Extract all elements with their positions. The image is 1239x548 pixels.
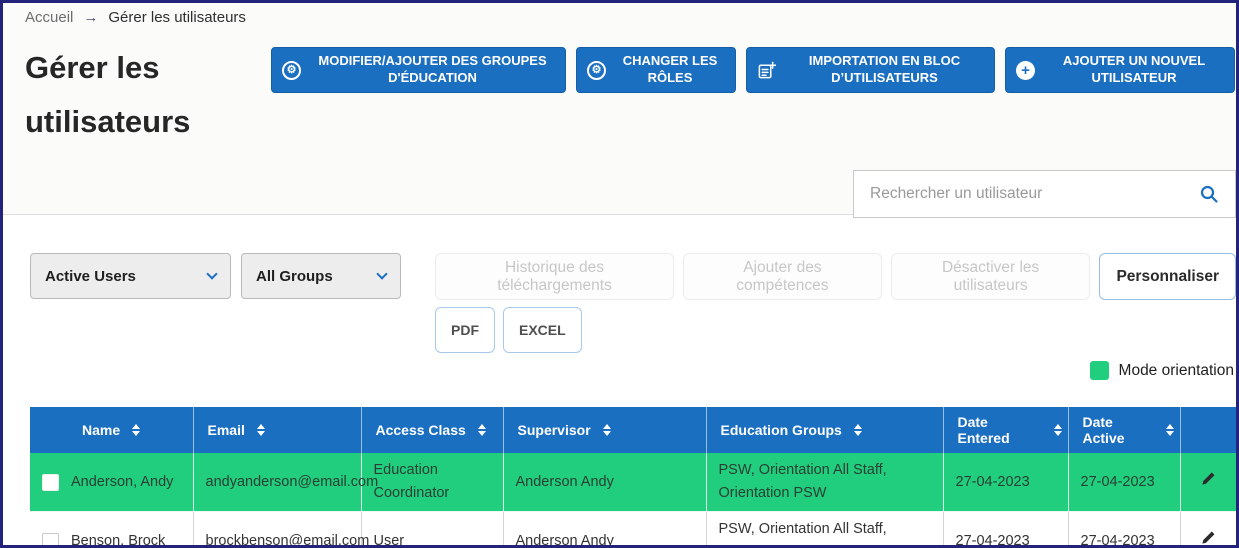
user-date-entered: 27-04-2023 [943,453,1069,513]
breadcrumb-arrow-icon: → [83,9,99,26]
edit-add-education-groups-button[interactable]: ⚙ MODIFIER/AJOUTER DES GROUPES D'ÉDUCATI… [271,47,566,93]
column-header-supervisor[interactable]: Supervisor [503,407,707,453]
user-date-entered: 27-04-2023 [943,511,1069,545]
row-checkbox[interactable] [42,473,59,491]
user-education-groups: PSW, Orientation All Staff, Orientation … [706,453,944,513]
column-header-email[interactable]: Email [193,407,362,453]
sort-icon[interactable] [853,424,862,436]
bulk-import-users-button[interactable]: IMPORTATION EN BLOC D’UTILISATEURS [746,47,995,93]
add-competencies-button: Ajouter des compétences [682,253,882,300]
groups-filter-dropdown[interactable]: All Groups [241,253,401,299]
column-header-actions [1180,407,1236,453]
breadcrumb-home-link[interactable]: Accueil [25,9,73,26]
export-buttons-row: PDF EXCEL [435,307,582,353]
sort-icon[interactable] [1053,424,1062,436]
page-header: Accueil → Gérer les utilisateurs Gérer l… [3,3,1236,218]
column-header-date-active[interactable]: Date Active [1068,407,1181,453]
column-header-name[interactable]: Name [30,407,194,453]
search-input[interactable] [870,185,1189,203]
pdf-export-button[interactable]: PDF [435,307,495,353]
column-header-education-groups[interactable]: Education Groups [706,407,944,453]
user-date-active: 27-04-2023 [1068,453,1181,513]
user-supervisor: Anderson Andy [503,453,707,513]
plus-circle-icon: + [1016,60,1035,80]
customize-button[interactable]: Personnaliser [1099,253,1236,300]
sort-icon[interactable] [132,424,141,436]
row-checkbox[interactable] [42,533,59,545]
action-buttons-row: ⚙ MODIFIER/AJOUTER DES GROUPES D'ÉDUCATI… [271,47,1235,93]
edit-user-button[interactable] [1180,453,1236,513]
legend-label: Mode orientation [1118,361,1234,379]
gear-circle-icon: ⚙ [282,60,301,80]
sort-icon[interactable] [1165,424,1174,436]
user-education-groups: PSW, Orientation All Staff, Orientation … [706,511,944,545]
search-icon[interactable] [1199,184,1219,204]
page-title: Gérer les utilisateurs [25,50,191,139]
chevron-down-icon [206,268,218,280]
table-row[interactable]: Anderson, Andy andyanderson@email.com Ed… [30,453,1236,513]
user-date-active: 27-04-2023 [1068,511,1181,545]
user-access-class: User [361,511,504,545]
search-box [853,170,1236,218]
user-email: andyanderson@email.com [193,453,378,513]
add-new-user-button[interactable]: + AJOUTER UN NOUVEL UTILISATEUR [1005,47,1235,93]
pencil-icon [1200,531,1217,545]
gear-circle-icon: ⚙ [587,60,606,80]
document-plus-icon [757,61,776,80]
breadcrumb-current: Gérer les utilisateurs [108,9,246,26]
orientation-mode-legend: Mode orientation [1089,361,1234,380]
users-table: Name Email Access Class Supervisor Educa… [30,407,1236,548]
user-name: Benson, Brock [71,532,166,548]
edit-user-button[interactable] [1180,511,1236,545]
table-row[interactable]: Benson, Brock brockbenson@email.com User… [30,511,1236,548]
table-header-row: Name Email Access Class Supervisor Educa… [30,407,1236,453]
download-history-button: Historique des téléchargements [435,253,674,300]
users-filter-dropdown[interactable]: Active Users [30,253,231,299]
deactivate-users-button: Désactiver les utilisateurs [890,253,1091,300]
green-swatch-icon [1089,361,1109,380]
bulk-actions-row: Historique des téléchargements Ajouter d… [435,253,1236,300]
chevron-down-icon [376,268,388,280]
change-roles-button[interactable]: ⚙ CHANGER LES RÔLES [576,47,736,93]
pencil-icon [1200,472,1217,491]
excel-export-button[interactable]: EXCEL [503,307,582,353]
user-name: Anderson, Andy [71,473,174,490]
sort-icon[interactable] [256,424,265,436]
manage-users-page: Accueil → Gérer les utilisateurs Gérer l… [0,0,1239,548]
sort-icon[interactable] [477,424,486,436]
user-supervisor: Anderson Andy [503,511,707,545]
user-email: brockbenson@email.com [193,511,369,545]
sort-icon[interactable] [602,424,611,436]
breadcrumb: Accueil → Gérer les utilisateurs [25,9,246,26]
user-access-class: Education Coordinator [361,453,504,513]
column-header-access-class[interactable]: Access Class [361,407,504,453]
column-header-date-entered[interactable]: Date Entered [943,407,1069,453]
